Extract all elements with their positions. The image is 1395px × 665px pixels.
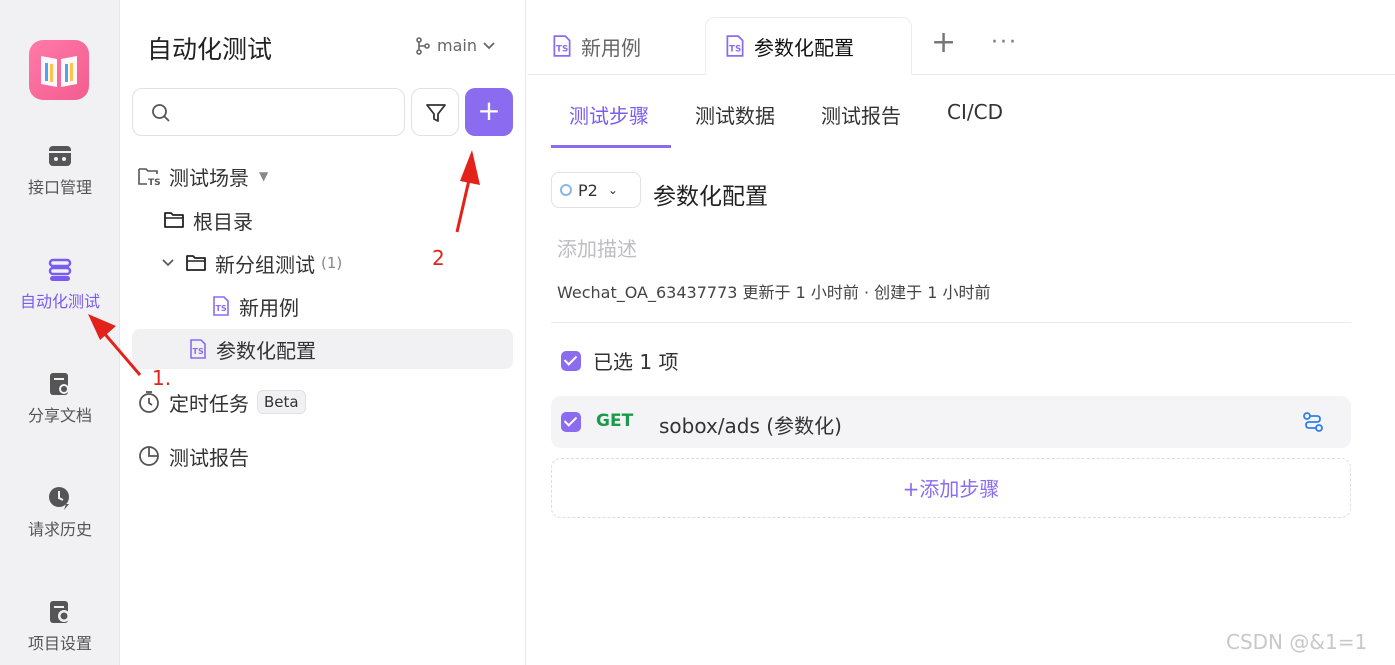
search-icon (152, 104, 170, 122)
rail-label: 分享文档 (27, 406, 92, 425)
priority-dot-icon (560, 184, 572, 196)
ts-file-icon: TS (190, 339, 206, 359)
chevron-down-icon (483, 41, 495, 49)
tree-label: 新分组测试 (215, 252, 315, 277)
request-history-icon (49, 487, 69, 510)
case-title[interactable]: 参数化配置 (653, 177, 768, 211)
rail-item-share[interactable]: 分享文档 (0, 370, 120, 426)
ts-folder-icon: TS (138, 168, 161, 187)
rail-item-history[interactable]: 请求历史 (0, 484, 120, 540)
http-method-badge: GET (596, 411, 634, 431)
tree-label: 定时任务 (169, 391, 249, 416)
ts-file-icon: TS (726, 35, 744, 57)
branch-name: main (437, 36, 477, 55)
ts-file-icon: TS (213, 296, 229, 316)
step-row[interactable]: GET sobox/ads (参数化) (551, 396, 1351, 448)
sidebar: 自动化测试 main + TS 测试场景 ▼ 根目录 新分组测试 (1) TS … (121, 0, 526, 665)
tree-label: 新用例 (239, 295, 299, 320)
tree-item-scenarios[interactable]: TS 测试场景 ▼ (137, 156, 268, 196)
tab-case-new[interactable]: TS 新用例 (551, 17, 641, 75)
beta-badge: Beta (257, 390, 306, 414)
app-logo[interactable] (29, 40, 89, 100)
tab-label: 新用例 (581, 35, 641, 60)
chevron-down-icon: ⌄ (607, 183, 618, 197)
add-button[interactable]: + (465, 88, 513, 136)
svg-text:TS: TS (556, 44, 568, 54)
tree-label: 测试场景 (169, 165, 249, 190)
select-all-checkbox[interactable] (561, 350, 581, 371)
tab-case-param[interactable]: TS 参数化配置 (705, 17, 912, 75)
left-rail: 接口管理 自动化测试 分享文档 请求历史 项目设置 (0, 0, 120, 665)
stopwatch-icon (139, 391, 159, 413)
tree-item-group[interactable]: 新分组测试 (1) (161, 243, 342, 283)
folder-icon (164, 212, 184, 228)
step-checkbox[interactable] (561, 412, 581, 432)
priority-select[interactable]: P2 ⌄ (551, 172, 641, 208)
folder-icon (186, 255, 206, 271)
tree-item-reports[interactable]: 测试报告 (137, 436, 249, 476)
app-window: 接口管理 自动化测试 分享文档 请求历史 项目设置 自动化测试 main + T… (0, 0, 1395, 665)
rail-label: 接口管理 (27, 178, 92, 197)
git-branch-icon (416, 36, 430, 55)
automation-test-icon (48, 258, 72, 281)
share-doc-icon (50, 373, 69, 395)
tree-label: 根目录 (193, 209, 253, 234)
svg-text:TS: TS (148, 178, 161, 187)
watermark: CSDN @&1=1 (1226, 630, 1368, 654)
tree-label: 参数化配置 (216, 338, 316, 363)
filter-icon (426, 104, 446, 122)
tree-item-case-new[interactable]: TS 新用例 (211, 286, 299, 326)
tab-bar: TS 新用例 TS 参数化配置 + ··· (527, 0, 1395, 75)
subtab-cicd[interactable]: CI/CD (947, 100, 1003, 124)
annotation-2: 2 (432, 246, 445, 270)
tree-item-root[interactable]: 根目录 (163, 200, 253, 240)
rail-item-automation[interactable]: 自动化测试 (0, 256, 120, 312)
book-logo-icon (41, 56, 77, 87)
active-subtab-indicator (551, 145, 671, 148)
rail-item-api[interactable]: 接口管理 (0, 142, 120, 198)
subtab-data[interactable]: 测试数据 (695, 100, 775, 129)
svg-text:TS: TS (193, 347, 204, 356)
annotation-1: 1. (152, 366, 172, 390)
priority-value: P2 (578, 180, 598, 200)
add-step-button[interactable]: +添加步骤 (551, 458, 1351, 518)
select-all-row[interactable]: 已选 1 项 (561, 346, 678, 375)
main-panel: TS 新用例 TS 参数化配置 + ··· 测试步骤 测试数据 测试报告 CI/… (527, 0, 1395, 665)
rail-item-settings[interactable]: 项目设置 (0, 598, 120, 654)
rail-label: 自动化测试 (19, 292, 100, 311)
chevron-down-icon[interactable] (161, 258, 175, 268)
selected-count: 已选 1 项 (593, 350, 679, 374)
route-link-icon[interactable] (1302, 411, 1324, 433)
api-management-icon (49, 146, 71, 166)
more-tabs-button[interactable]: ··· (991, 30, 1018, 55)
tree-item-case-param[interactable]: TS 参数化配置 (132, 329, 513, 369)
caret-down-icon: ▼ (259, 169, 269, 183)
subtab-steps[interactable]: 测试步骤 (569, 100, 649, 129)
sidebar-title: 自动化测试 (147, 35, 273, 64)
svg-text:TS: TS (729, 44, 741, 54)
rail-label: 请求历史 (27, 520, 92, 539)
step-path: sobox/ads (参数化) (659, 414, 842, 438)
subtab-reports[interactable]: 测试报告 (821, 100, 901, 129)
search-input[interactable] (132, 88, 405, 136)
pie-chart-icon (139, 446, 159, 466)
tree-label: 测试报告 (169, 445, 249, 470)
group-count: (1) (321, 254, 343, 272)
project-settings-icon (50, 601, 70, 623)
rail-label: 项目设置 (27, 634, 92, 653)
divider (551, 322, 1351, 323)
svg-text:TS: TS (216, 304, 227, 313)
new-tab-button[interactable]: + (931, 28, 956, 58)
description-input[interactable]: 添加描述 (557, 233, 637, 262)
ts-file-icon: TS (553, 35, 571, 57)
branch-selector[interactable]: main (415, 36, 495, 55)
case-meta: Wechat_OA_63437773 更新于 1 小时前 · 创建于 1 小时前 (557, 283, 991, 302)
tab-label: 参数化配置 (754, 35, 854, 60)
filter-button[interactable] (411, 88, 459, 136)
